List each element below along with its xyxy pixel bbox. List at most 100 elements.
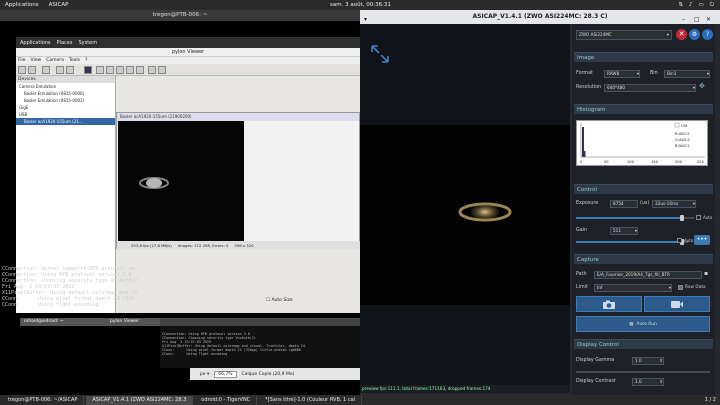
fullscreen-icon[interactable] <box>370 44 390 64</box>
applications-menu[interactable]: Applications <box>0 2 44 8</box>
gain-input[interactable]: 511 ▾ <box>610 227 638 235</box>
devices-header: Devices <box>16 76 115 83</box>
camera-icon <box>603 300 615 309</box>
exposure-range-select[interactable]: 32us-16ms ▾ <box>652 200 696 208</box>
unit-selector[interactable]: px ▾ <box>200 372 209 377</box>
inner-terminal-output[interactable]: CConnection: Using RFB protocol version … <box>160 326 360 368</box>
video-camera-icon <box>671 301 683 308</box>
saturn-image <box>139 177 169 189</box>
refresh-icon[interactable] <box>42 66 50 74</box>
battery-icon[interactable]: ▭ <box>698 2 703 8</box>
exposure-label: Exposure <box>576 201 599 206</box>
log-label: Log <box>681 124 687 128</box>
histogram-section-header[interactable]: Histogram <box>574 104 713 114</box>
pylon-menu-file[interactable]: File <box>18 58 26 63</box>
network-icon[interactable]: ⇅ <box>678 2 683 8</box>
remote-menu-applications[interactable]: Applications <box>20 40 51 46</box>
settings-icon[interactable]: ⚙ <box>689 29 700 40</box>
device-tree-item-selected[interactable]: Basler acA1920-155um (21... <box>16 118 115 125</box>
gain-auto-checkbox[interactable] <box>677 238 682 243</box>
device-tree-item[interactable]: Basler Emulation (0815-0001) <box>16 97 115 104</box>
taskbar-item-gimp[interactable]: *[Sans titre]-1.0 (Couleur RVB, 1 cal <box>259 395 363 405</box>
device-tree-item[interactable]: Basler Emulation (0815-0000) <box>16 90 115 97</box>
pylon-mini-titlebar[interactable]: pylon Viewer <box>100 318 160 326</box>
pylon-menu-view[interactable]: View <box>31 58 42 63</box>
zoom-out-icon[interactable] <box>106 66 114 74</box>
device-tree-item[interactable]: GigE <box>16 104 115 111</box>
log-checkbox[interactable] <box>674 122 680 128</box>
camera-select[interactable]: ZWO ASI224MC ▾ <box>576 30 672 40</box>
fps-readout: 253,8 fps (27,6 MB/s) <box>131 242 172 248</box>
open-icon[interactable] <box>18 66 26 74</box>
auto-run-button[interactable]: ▦ Auto Run <box>576 316 710 332</box>
image-section-header[interactable]: Image <box>574 52 713 62</box>
disconnect-icon[interactable]: ✕ <box>676 29 687 40</box>
continuous-shot-icon[interactable] <box>66 66 74 74</box>
histogram-tick: 200 <box>675 160 683 164</box>
raw-data-checkbox[interactable] <box>678 285 683 290</box>
pylon-menu-help[interactable]: ? <box>85 58 87 63</box>
display-contrast-input[interactable]: 1.0 ⇕ <box>632 378 664 386</box>
display-gamma-label: Display Gamma <box>576 358 615 363</box>
bin-select[interactable]: Bin1 ▾ <box>664 70 710 78</box>
path-input[interactable]: E/A_Fournier_2019/A4_Tgs_fill_BTR <box>594 271 702 279</box>
exposure-slider-handle[interactable] <box>680 215 685 221</box>
more-controls-button[interactable]: ••• <box>694 235 710 245</box>
pylon-menu-camera[interactable]: Camera <box>46 58 64 63</box>
exposure-auto-checkbox[interactable] <box>696 215 701 220</box>
device-tree-item[interactable]: Camera Emulation <box>16 83 115 90</box>
workspace-pager[interactable]: 1 / 2 <box>705 397 720 403</box>
exposure-input[interactable]: 8754 <box>610 200 638 208</box>
display-gamma-input[interactable]: 1.0 ⇕ <box>632 357 664 365</box>
snapshot-button[interactable] <box>576 296 642 312</box>
gimp-status-bar: px ▾ 66,7% Calque Copie (20,9 Mo) <box>190 368 360 380</box>
move-roi-icon[interactable]: ✥ <box>699 82 705 90</box>
control-section-header[interactable]: Control <box>574 184 713 194</box>
histogram-chart: 0 50 100 150 200 255 Log R:AVG:2 G:AVG:2… <box>576 120 708 166</box>
zoom-custom-icon[interactable] <box>136 66 144 74</box>
info-icon[interactable]: ? <box>702 29 713 40</box>
format-select[interactable]: RAW8 ▾ <box>604 70 640 78</box>
camera-window-title: Basler acA1920-155um (21900200) <box>117 113 359 121</box>
record-video-button[interactable] <box>644 296 710 312</box>
chevron-down-icon: ▾ <box>636 71 639 76</box>
remote-menu-places[interactable]: Places <box>57 40 73 46</box>
preview-status: preview fps:111.1, total frames:171163, … <box>360 385 570 393</box>
display-gamma-slider[interactable] <box>576 371 710 373</box>
path-label: Path <box>576 272 587 277</box>
pylon-menu-tools[interactable]: Tools <box>69 58 80 63</box>
capture-section-header[interactable]: Capture <box>574 254 713 264</box>
active-app-label[interactable]: ASICAP <box>44 2 74 8</box>
taskbar-item-asicap[interactable]: ASICAP_V1.4.1 (ZWO ASI224MC: 28.3 <box>86 395 194 405</box>
clock[interactable]: sam. 3 août, 00:36:31 <box>330 2 391 8</box>
stop-icon[interactable] <box>84 66 92 74</box>
image-window-icon[interactable] <box>148 66 156 74</box>
remote-menu-system[interactable]: System <box>78 40 97 46</box>
display-control-section-header[interactable]: Display Control <box>574 339 713 349</box>
histogram-icon[interactable] <box>158 66 166 74</box>
save-icon[interactable] <box>28 66 36 74</box>
device-tree-item[interactable]: USB <box>16 111 115 118</box>
format-label: Format <box>576 71 593 76</box>
limit-select[interactable]: Inf ▾ <box>594 284 672 292</box>
asicap-title-bar: ASICAP_V1.4.1 (ZWO ASI224MC: 28.3 C) ▾ –… <box>360 10 720 24</box>
zoom-fit-icon[interactable] <box>116 66 124 74</box>
preview-image <box>360 125 570 305</box>
histogram-readout: R:AVG:2 <box>675 132 690 136</box>
resolution-select[interactable]: 640*480 ▾ <box>604 84 696 92</box>
zoom-100-icon[interactable] <box>126 66 134 74</box>
zoom-level[interactable]: 66,7% <box>214 370 237 378</box>
volume-icon[interactable]: ♪ <box>689 2 693 8</box>
layer-info: Calque Copie (20,9 Mo) <box>241 371 295 377</box>
single-shot-icon[interactable] <box>56 66 64 74</box>
terminal-output[interactable]: CConnection: Server supports RFB protoco… <box>0 260 160 395</box>
taskbar-item-terminal[interactable]: tregon@PTB-006: ~/ASICAP <box>2 395 85 405</box>
histogram-tick: 0 <box>580 160 583 164</box>
taskbar-item-tigervnc[interactable]: odroid:0 - TigerVNC <box>195 395 258 405</box>
folder-icon[interactable]: ▪ <box>704 270 708 277</box>
gain-auto-label: Auto <box>684 238 694 243</box>
pylon-title: pylon Viewer <box>16 48 360 57</box>
auto-size-checkbox[interactable]: ☐ Auto Size <box>266 298 293 303</box>
zoom-in-icon[interactable] <box>96 66 104 74</box>
power-icon[interactable]: ⏻ <box>710 2 714 9</box>
